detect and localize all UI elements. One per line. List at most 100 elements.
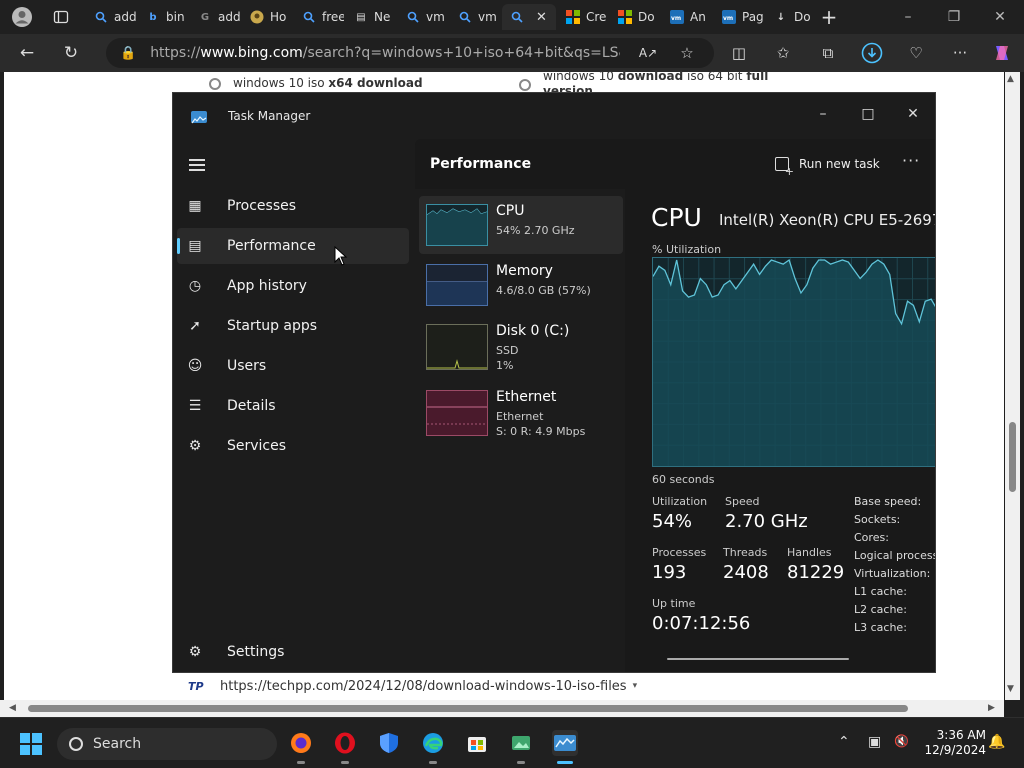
scroll-right-arrow[interactable]: ▶ [988, 703, 995, 713]
nav-services[interactable]: ⚙ Services [177, 428, 409, 464]
search-icon [458, 10, 472, 24]
refresh-button[interactable]: ↻ [59, 41, 83, 65]
browser-tab[interactable]: vm An [662, 4, 712, 30]
stat-label: Processes [652, 546, 707, 559]
scrollbar-thumb[interactable] [1009, 422, 1016, 492]
chevron-up-icon[interactable]: ⌃ [838, 734, 850, 750]
browser-tab[interactable]: Gadd [190, 4, 240, 30]
copilot-icon[interactable] [990, 41, 1014, 65]
svg-text:vm: vm [723, 15, 733, 22]
firefox-app-icon[interactable] [288, 730, 314, 764]
read-aloud-icon[interactable]: A↗ [636, 41, 660, 65]
volume-muted-icon[interactable]: 🔇 [894, 734, 909, 748]
browser-essentials-icon[interactable]: ♡ [904, 41, 928, 65]
browser-tab[interactable]: add [86, 4, 136, 30]
cpu-utilization-graph [652, 257, 935, 467]
browser-tab[interactable]: vm [450, 4, 500, 30]
nav-processes[interactable]: ▦ Processes [177, 188, 409, 224]
store-app-icon[interactable] [464, 730, 490, 756]
start-button[interactable] [20, 733, 42, 755]
browser-tab[interactable]: b bin [138, 4, 188, 30]
opera-app-icon[interactable] [332, 730, 358, 764]
system-clock[interactable]: 3:36 AM 12/9/2024 [920, 728, 986, 758]
taskbar-search-box[interactable]: Search [57, 728, 277, 760]
page-horizontal-scrollbar[interactable]: ◀ ▶ [0, 700, 1004, 717]
browser-tab[interactable]: free [294, 4, 344, 30]
page-title: Performance [430, 156, 532, 172]
browser-close-button[interactable]: ✕ [980, 4, 1020, 30]
tm-close-button[interactable]: ✕ [890, 99, 935, 129]
browser-tab[interactable]: vm Pag [714, 4, 764, 30]
run-new-task-button[interactable]: Run new task [775, 157, 880, 178]
address-bar[interactable]: 🔒 https://www.bing.com/search?q=windows+… [106, 38, 714, 68]
scroll-left-arrow[interactable]: ◀ [9, 703, 16, 713]
settings-more-icon[interactable]: ··· [948, 41, 972, 65]
scroll-down-arrow[interactable]: ▼ [1007, 684, 1014, 694]
resource-disk[interactable]: Disk 0 (C:) SSD 1% [419, 316, 623, 374]
new-tab-button[interactable]: + [818, 5, 840, 29]
search-icon [406, 10, 420, 24]
nav-users[interactable]: ☺ Users [177, 348, 409, 384]
browser-minimize-button[interactable]: – [888, 4, 928, 30]
task-manager-taskbar-icon[interactable] [552, 730, 578, 764]
favorites-icon[interactable]: ✩ [771, 41, 795, 65]
split-screen-icon[interactable]: ◫ [727, 41, 751, 65]
downloads-icon[interactable] [860, 41, 884, 65]
tab-label: Pag [742, 10, 764, 24]
tab-actions-icon[interactable] [50, 6, 72, 28]
notifications-bell-icon[interactable]: 🔔 [988, 734, 1005, 750]
page-vertical-scrollbar[interactable]: ▲ ▼ [1005, 72, 1020, 700]
performance-icon: ▤ [188, 238, 202, 254]
browser-tab[interactable]: vm [398, 4, 448, 30]
tm-minimize-button[interactable]: – [800, 99, 846, 129]
tab-label: add [218, 10, 240, 24]
tm-maximize-button[interactable]: □ [845, 99, 891, 129]
collections-icon[interactable]: ⧉ [816, 41, 840, 65]
spec-label: L3 cache: [854, 621, 907, 634]
windows-taskbar: Search ⌃ ▣ 🔇 3:36 AM 12/9/2024 🔔 [0, 717, 1024, 768]
profile-icon[interactable] [11, 6, 33, 28]
browser-tab[interactable]: Cre [558, 4, 608, 30]
microsoft-icon [566, 10, 580, 24]
browser-tab[interactable]: Ho [242, 4, 292, 30]
hamburger-menu-icon[interactable] [189, 159, 205, 171]
nav-startup-apps[interactable]: ➚ Startup apps [177, 308, 409, 344]
resource-ethernet[interactable]: Ethernet Ethernet S: 0 R: 4.9 Mbps [419, 382, 623, 440]
run-new-task-label: Run new task [799, 157, 880, 171]
scrollbar-thumb[interactable] [28, 705, 908, 712]
download-icon: ↓ [776, 11, 786, 23]
browser-tab[interactable]: ✕ [502, 4, 556, 30]
search-suggestion-1[interactable]: windows 10 iso x64 download [209, 76, 423, 90]
resource-memory[interactable]: Memory 4.6/8.0 GB (57%) [419, 256, 623, 314]
nav-details[interactable]: ☰ Details [177, 388, 409, 424]
stat-label: Threads [723, 546, 768, 559]
nav-performance[interactable]: ▤ Performance [177, 228, 409, 264]
resource-cpu[interactable]: CPU 54% 2.70 GHz [419, 196, 623, 254]
cpu-model-name: Intel(R) Xeon(R) CPU E5-2697 v [719, 211, 936, 229]
scroll-up-arrow[interactable]: ▲ [1007, 74, 1014, 84]
uptime-value: 0:07:12:56 [652, 613, 751, 634]
photo-app-icon[interactable] [508, 730, 534, 764]
close-tab-icon[interactable]: ✕ [536, 10, 547, 25]
techpp-logo-icon: TP [188, 679, 204, 693]
favorite-star-icon[interactable]: ☆ [675, 41, 699, 65]
back-button[interactable]: ← [15, 41, 39, 65]
edge-app-icon[interactable] [420, 730, 446, 764]
nav-settings[interactable]: ⚙ Settings [177, 634, 409, 670]
resource-name: Disk 0 (C:) [496, 323, 570, 339]
browser-tab[interactable]: Do [610, 4, 660, 30]
detail-horizontal-scrollbar[interactable] [667, 658, 849, 660]
svg-text:vm: vm [671, 15, 681, 22]
resource-name: Ethernet [496, 389, 557, 405]
defender-shield-icon[interactable] [376, 730, 402, 756]
cpu-mini-graph [426, 204, 488, 246]
task-manager-app-icon [191, 111, 207, 124]
browser-tab[interactable]: ↓ Do [766, 4, 816, 30]
network-icon[interactable]: ▣ [868, 734, 881, 750]
more-options-icon[interactable]: ··· [902, 151, 920, 170]
browser-tab[interactable]: ▤ Ne [346, 4, 396, 30]
nav-app-history[interactable]: ◷ App history [177, 268, 409, 304]
startup-icon: ➚ [189, 318, 201, 334]
browser-restore-button[interactable]: ❐ [934, 4, 974, 30]
spec-label: L2 cache: [854, 603, 907, 616]
